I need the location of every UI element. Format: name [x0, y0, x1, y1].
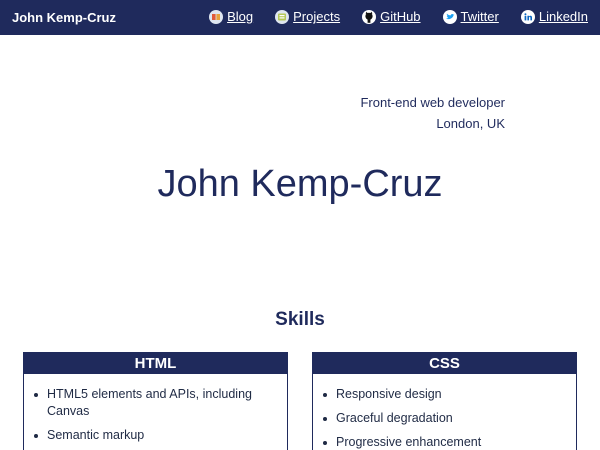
top-navigation-bar: John Kemp-Cruz Blog Projects GitHub Twit…	[0, 0, 600, 35]
nav-link-blog[interactable]: Blog	[209, 9, 253, 25]
skills-heading: Skills	[275, 309, 325, 330]
github-icon	[362, 10, 377, 24]
linkedin-icon	[520, 10, 535, 24]
book-icon	[209, 10, 224, 24]
skill-item: Progressive enhancement	[323, 434, 566, 450]
nav-link-github[interactable]: GitHub	[362, 9, 421, 25]
skill-item: Graceful degradation	[323, 410, 566, 427]
hero-name-heading: John Kemp-Cruz	[157, 163, 443, 205]
skill-list: Responsive design Graceful degradation P…	[313, 374, 576, 450]
role-text: Front-end web developer	[360, 95, 505, 110]
skill-card-title: CSS	[313, 353, 576, 374]
nav-label-github: GitHub	[380, 9, 421, 24]
location-text: London, UK	[436, 116, 505, 131]
nav-label-blog: Blog	[227, 9, 254, 24]
skill-card-title: HTML	[24, 353, 287, 374]
skill-item: Semantic markup	[34, 427, 277, 444]
nav-link-twitter[interactable]: Twitter	[442, 9, 499, 25]
nav-link-linkedin[interactable]: LinkedIn	[520, 9, 588, 25]
skill-card-html: HTML HTML5 elements and APIs, including …	[23, 352, 288, 450]
nav-label-projects: Projects	[293, 9, 341, 24]
nav-label-twitter: Twitter	[460, 9, 499, 24]
twitter-icon	[442, 10, 457, 24]
skill-item: HTML5 elements and APIs, including Canva…	[34, 386, 277, 420]
site-brand[interactable]: John Kemp-Cruz	[12, 10, 116, 25]
nav-links: Blog Projects GitHub Twitter LinkedIn	[209, 9, 588, 25]
nav-label-linkedin: LinkedIn	[538, 9, 588, 24]
skill-card-css: CSS Responsive design Graceful degradati…	[312, 352, 577, 450]
skill-list: HTML5 elements and APIs, including Canva…	[24, 374, 287, 444]
nav-link-projects[interactable]: Projects	[275, 9, 340, 25]
projects-icon	[275, 10, 290, 24]
skill-item: Responsive design	[323, 386, 566, 403]
